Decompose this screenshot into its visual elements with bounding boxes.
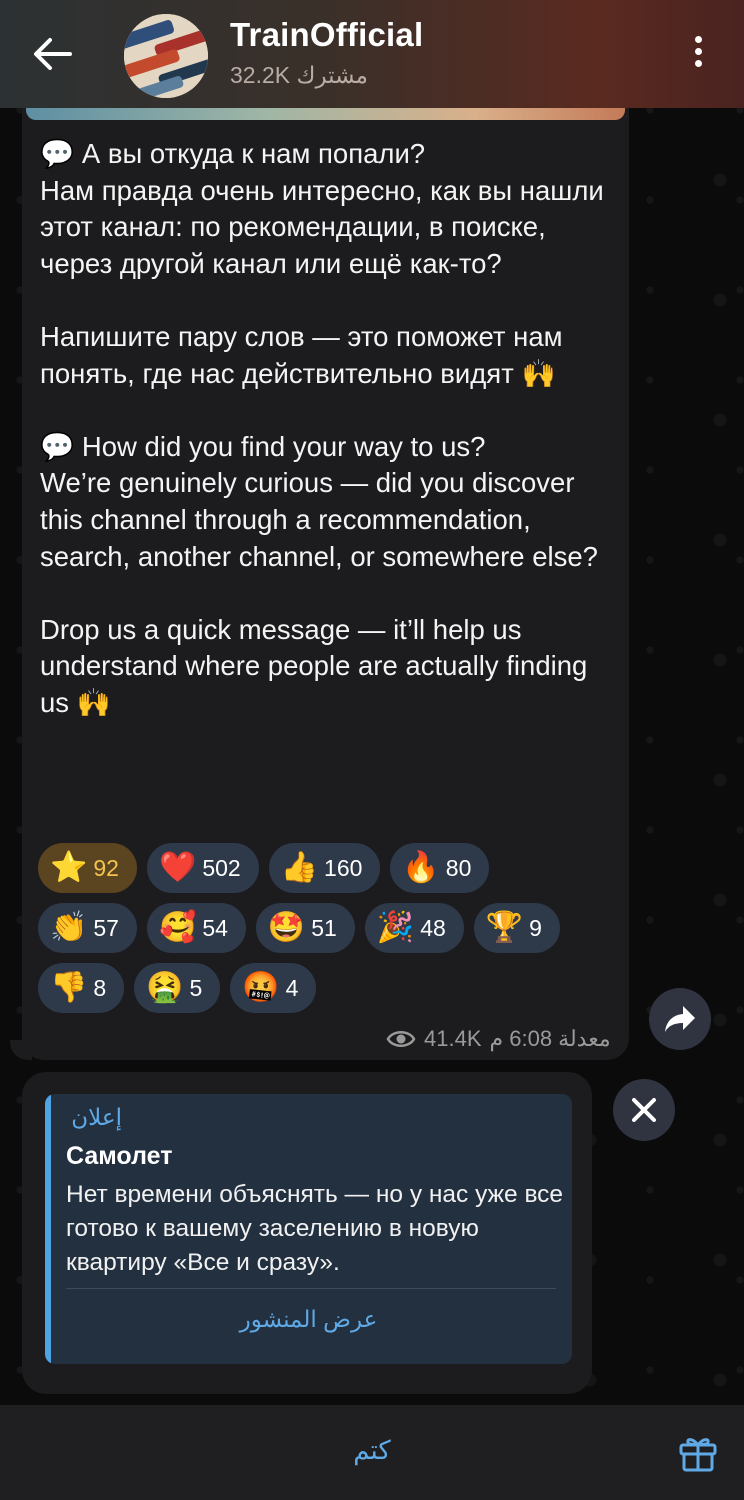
vomiting-face-icon: 🤮 <box>146 971 184 1004</box>
reaction-thumbs-down[interactable]: 👎 8 <box>38 963 125 1013</box>
reaction-cursing[interactable]: 🤬 4 <box>230 963 317 1013</box>
reaction-trophy[interactable]: 🏆 9 <box>473 903 560 953</box>
reaction-star[interactable]: ⭐ 92 <box>38 843 137 893</box>
message-meta: 41.4K معدلة 6:08 م <box>386 1026 611 1052</box>
reaction-count: 54 <box>202 914 228 941</box>
reaction-count: 80 <box>445 854 472 881</box>
channel-title[interactable]: TrainOfficial <box>230 16 423 54</box>
reaction-clap[interactable]: 👏 57 <box>38 903 137 953</box>
star-struck-icon: 🤩 <box>267 911 306 944</box>
reaction-vomit[interactable]: 🤮 5 <box>134 963 221 1013</box>
heart-icon: ❤️ <box>158 851 197 884</box>
reaction-count: 51 <box>311 914 337 941</box>
clapping-hands-icon: 👏 <box>50 911 88 944</box>
message-text: 💬 А вы откуда к нам попали? Нам правда о… <box>40 138 604 718</box>
share-arrow-icon <box>665 1006 695 1032</box>
more-vertical-icon[interactable] <box>686 36 710 74</box>
view-count: 41.4K <box>424 1026 482 1051</box>
mute-button[interactable]: كتم <box>0 1435 744 1466</box>
subscriber-count: 32.2K مشترك <box>230 62 368 88</box>
reaction-count: 48 <box>420 914 446 941</box>
ad-label: إعلان <box>71 1104 122 1130</box>
star-icon: ⭐ <box>50 851 88 884</box>
trophy-icon: 🏆 <box>485 911 524 944</box>
eye-icon <box>386 1031 416 1047</box>
reaction-count: 502 <box>202 854 241 881</box>
reaction-fire[interactable]: 🔥 80 <box>390 843 490 893</box>
fire-icon: 🔥 <box>402 851 440 884</box>
reaction-count: 8 <box>93 974 107 1001</box>
reaction-star-struck[interactable]: 🤩 51 <box>255 903 355 953</box>
message-time: معدلة 6:08 م <box>489 1026 611 1051</box>
reaction-row: ⭐ 92 ❤️ 502 👍 160 🔥 80 <box>38 843 618 893</box>
reaction-thumbs-up[interactable]: 👍 160 <box>268 843 381 893</box>
reaction-heart[interactable]: ❤️ 502 <box>146 843 259 893</box>
reactions-panel: ⭐ 92 ❤️ 502 👍 160 🔥 80 👏 57 🥰 54 🤩 51 🎉 … <box>38 843 618 1023</box>
view-post-button[interactable]: عرض المنشور <box>45 1306 572 1333</box>
reaction-count: 92 <box>93 854 119 881</box>
party-popper-icon: 🎉 <box>376 911 415 944</box>
sponsored-card[interactable]: إعلان Самолет Нет времени объяснять — но… <box>45 1094 572 1364</box>
close-ad-button[interactable] <box>613 1079 675 1141</box>
ad-divider <box>66 1288 556 1289</box>
reaction-row: 👎 8 🤮 5 🤬 4 <box>38 963 618 1013</box>
share-button[interactable] <box>649 988 711 1050</box>
reaction-count: 5 <box>189 974 203 1001</box>
channel-avatar[interactable] <box>124 14 208 98</box>
reaction-count: 4 <box>285 974 299 1001</box>
smiling-face-hearts-icon: 🥰 <box>158 911 197 944</box>
thumbs-down-icon: 👎 <box>50 971 88 1004</box>
reaction-count: 9 <box>529 914 542 941</box>
ad-body: Нет времени объяснять — но у нас уже все… <box>66 1181 564 1276</box>
message-media-edge[interactable] <box>26 108 625 120</box>
arrow-left-icon <box>34 38 72 70</box>
ad-title: Самолет <box>66 1142 173 1170</box>
reaction-hearts-face[interactable]: 🥰 54 <box>146 903 246 953</box>
reaction-party[interactable]: 🎉 48 <box>364 903 464 953</box>
gift-button[interactable] <box>678 1433 718 1473</box>
back-button[interactable] <box>30 34 76 74</box>
reaction-count: 57 <box>93 914 119 941</box>
reaction-row: 👏 57 🥰 54 🤩 51 🎉 48 🏆 9 <box>38 903 618 953</box>
chat-header: TrainOfficial 32.2K مشترك <box>0 0 744 108</box>
cursing-face-icon: 🤬 <box>242 971 280 1004</box>
reaction-count: 160 <box>324 854 363 881</box>
close-icon <box>632 1098 656 1122</box>
bottom-bar: كتم <box>0 1405 744 1500</box>
thumbs-up-icon: 👍 <box>280 851 319 884</box>
gift-icon <box>679 1438 717 1472</box>
